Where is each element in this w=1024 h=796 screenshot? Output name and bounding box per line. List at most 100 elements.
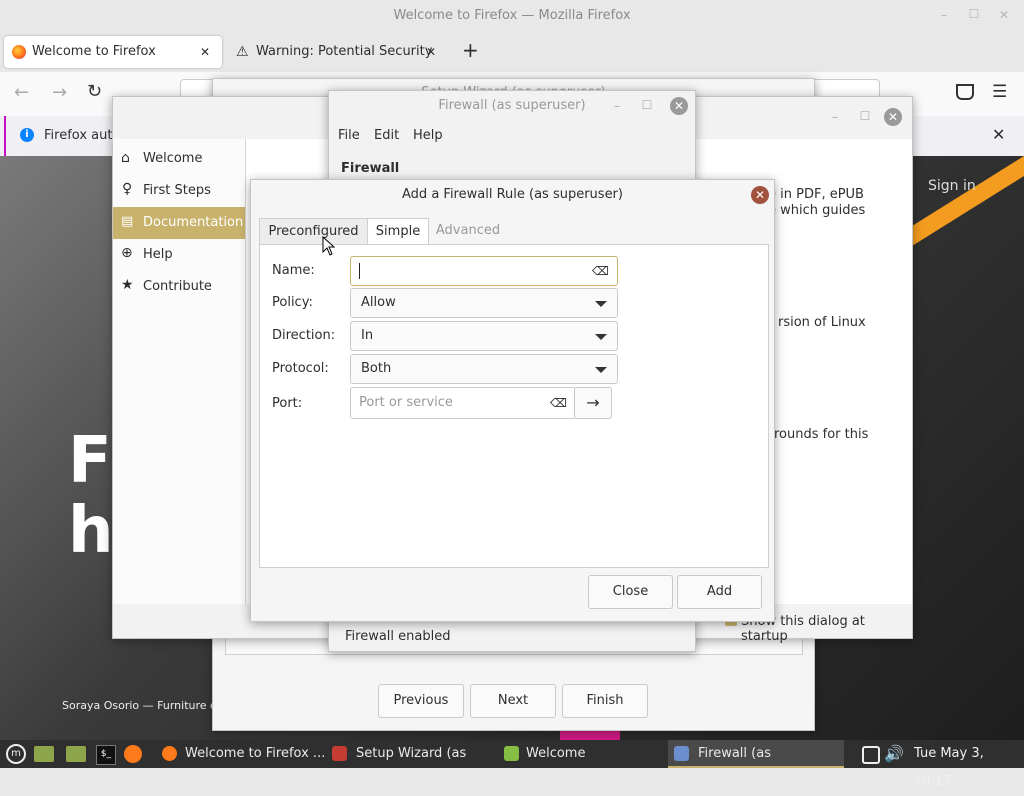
welcome-sidebar: ⌂ Welcome ♀ First Steps ▤ Documentation … bbox=[113, 139, 246, 604]
maximize-icon[interactable]: ☐ bbox=[968, 8, 980, 20]
sidebar-item-help[interactable]: ⊕ Help bbox=[113, 239, 245, 271]
menu-file[interactable]: File bbox=[338, 128, 360, 143]
maximize-icon[interactable]: ☐ bbox=[641, 99, 653, 111]
mint-menu-icon[interactable]: m bbox=[6, 744, 26, 764]
minimize-icon[interactable]: – bbox=[938, 9, 950, 21]
book-icon: ▤ bbox=[121, 214, 134, 229]
tab-advanced[interactable]: Advanced bbox=[431, 218, 505, 244]
task-welcome[interactable]: Welcome bbox=[498, 740, 668, 768]
minimize-icon[interactable]: – bbox=[829, 111, 841, 123]
taskbar: m $_ Welcome to Firefox ... Setup Wizard… bbox=[0, 740, 1024, 789]
clock[interactable]: Tue May 3, 10:17 bbox=[914, 740, 1024, 796]
sign-in-link[interactable]: Sign in bbox=[928, 178, 976, 194]
doc-text: rounds for this bbox=[774, 427, 869, 442]
policy-select[interactable]: Allow bbox=[350, 288, 618, 318]
reload-icon[interactable]: ↻ bbox=[87, 81, 102, 102]
port-label: Port: bbox=[272, 396, 303, 411]
tab-panel-simple: Name: ⌫ Policy: Allow Direction: In Prot… bbox=[259, 244, 769, 568]
tab-welcome-firefox[interactable]: Welcome to Firefox ✕ bbox=[4, 36, 222, 68]
doc-text: rsion of Linux bbox=[778, 315, 866, 330]
protocol-select[interactable]: Both bbox=[350, 354, 618, 384]
files-icon[interactable] bbox=[34, 746, 54, 762]
task-welcome-firefox[interactable]: Welcome to Firefox ... bbox=[156, 740, 326, 768]
close-icon[interactable]: ✕ bbox=[998, 9, 1010, 21]
home-icon: ⌂ bbox=[121, 150, 130, 166]
notice-text: Firefox auto bbox=[44, 128, 121, 143]
menu-icon[interactable]: ☰ bbox=[992, 82, 1007, 102]
name-input[interactable]: ⌫ bbox=[350, 256, 618, 286]
next-button[interactable]: Next bbox=[470, 684, 556, 718]
finish-button[interactable]: Finish bbox=[562, 684, 648, 718]
task-setup-wizard[interactable]: Setup Wizard (as sup... bbox=[326, 740, 498, 789]
sidebar-item-contribute[interactable]: ★ Contribute bbox=[113, 271, 245, 303]
folder-icon[interactable] bbox=[66, 746, 86, 762]
port-apply-button[interactable]: → bbox=[574, 387, 612, 419]
info-icon: i bbox=[20, 128, 34, 142]
sidebar-label: Documentation bbox=[143, 215, 244, 230]
maximize-icon[interactable]: ☐ bbox=[859, 110, 871, 122]
warning-icon: ⚠ bbox=[236, 44, 249, 60]
dialog-close-icon[interactable]: ✕ bbox=[751, 186, 769, 204]
dropdown-arrow-icon bbox=[595, 367, 607, 373]
text-cursor bbox=[359, 263, 360, 279]
port-input[interactable]: Port or service ⌫ bbox=[350, 387, 576, 419]
direction-select[interactable]: In bbox=[350, 321, 618, 351]
minimize-icon[interactable]: – bbox=[611, 100, 623, 112]
sidebar-item-documentation[interactable]: ▤ Documentation bbox=[113, 207, 245, 239]
port-placeholder: Port or service bbox=[359, 395, 453, 410]
hero-text-line1: F bbox=[68, 424, 112, 498]
tab-label: Welcome to Firefox bbox=[32, 44, 156, 59]
tab-preconfigured[interactable]: Preconfigured bbox=[259, 218, 368, 245]
sidebar-label: Contribute bbox=[143, 279, 212, 294]
firewall-menubar: File Edit Help bbox=[329, 121, 695, 149]
sidebar-label: First Steps bbox=[143, 183, 211, 198]
firefox-icon bbox=[12, 45, 26, 59]
name-label: Name: bbox=[272, 263, 315, 278]
firewall-status: Firewall enabled bbox=[345, 629, 451, 644]
firefox-tab-bar: Welcome to Firefox ✕ ⚠ Warning: Potentia… bbox=[0, 32, 1024, 72]
tab-close-icon[interactable]: ✕ bbox=[426, 36, 436, 68]
previous-button[interactable]: Previous bbox=[378, 684, 464, 718]
policy-label: Policy: bbox=[272, 295, 313, 310]
sidebar-item-welcome[interactable]: ⌂ Welcome bbox=[113, 143, 245, 175]
firefox-icon[interactable] bbox=[124, 745, 142, 763]
notice-close-icon[interactable]: ✕ bbox=[992, 125, 1005, 144]
task-firewall[interactable]: Firewall (as superuser) bbox=[668, 740, 844, 789]
volume-icon[interactable]: 🔊 bbox=[884, 744, 904, 763]
back-icon[interactable]: ← bbox=[14, 82, 29, 103]
add-button[interactable]: Add bbox=[677, 575, 762, 609]
clear-icon[interactable]: ⌫ bbox=[550, 396, 567, 410]
terminal-icon[interactable]: $_ bbox=[96, 745, 116, 765]
close-icon[interactable]: ✕ bbox=[884, 108, 902, 126]
task-label: Setup Wizard (as sup... bbox=[356, 746, 467, 789]
wizard-icon bbox=[332, 746, 347, 761]
pocket-icon[interactable] bbox=[956, 84, 974, 100]
forward-icon[interactable]: → bbox=[52, 82, 67, 103]
mint-icon bbox=[504, 746, 519, 761]
dropdown-arrow-icon bbox=[595, 301, 607, 307]
sidebar-item-first-steps[interactable]: ♀ First Steps bbox=[113, 175, 245, 207]
close-button[interactable]: Close bbox=[588, 575, 673, 609]
workspace-icon[interactable] bbox=[862, 746, 880, 764]
protocol-value: Both bbox=[361, 361, 392, 376]
close-icon[interactable]: ✕ bbox=[670, 97, 688, 115]
firefox-window-title: Welcome to Firefox — Mozilla Firefox bbox=[393, 8, 631, 23]
tab-security-warning[interactable]: ⚠ Warning: Potential Security ✕ bbox=[230, 36, 448, 68]
menu-edit[interactable]: Edit bbox=[374, 128, 399, 143]
new-tab-icon[interactable]: + bbox=[462, 38, 479, 62]
mouse-cursor-icon bbox=[322, 236, 336, 256]
direction-label: Direction: bbox=[272, 328, 336, 343]
dropdown-arrow-icon bbox=[595, 334, 607, 340]
bulb-icon: ♀ bbox=[122, 181, 133, 197]
tab-simple[interactable]: Simple bbox=[367, 218, 429, 246]
clear-icon[interactable]: ⌫ bbox=[592, 264, 609, 278]
tab-close-icon[interactable]: ✕ bbox=[200, 36, 210, 68]
menu-help[interactable]: Help bbox=[413, 128, 443, 143]
task-label: Welcome to Firefox ... bbox=[185, 746, 326, 761]
star-icon: ★ bbox=[121, 277, 134, 293]
hero-text-line2: h bbox=[68, 494, 114, 568]
firewall-heading: Firewall bbox=[341, 161, 400, 176]
firefox-titlebar: Welcome to Firefox — Mozilla Firefox – ☐… bbox=[0, 0, 1024, 32]
sidebar-label: Welcome bbox=[143, 151, 203, 166]
orange-shape bbox=[912, 156, 1024, 246]
